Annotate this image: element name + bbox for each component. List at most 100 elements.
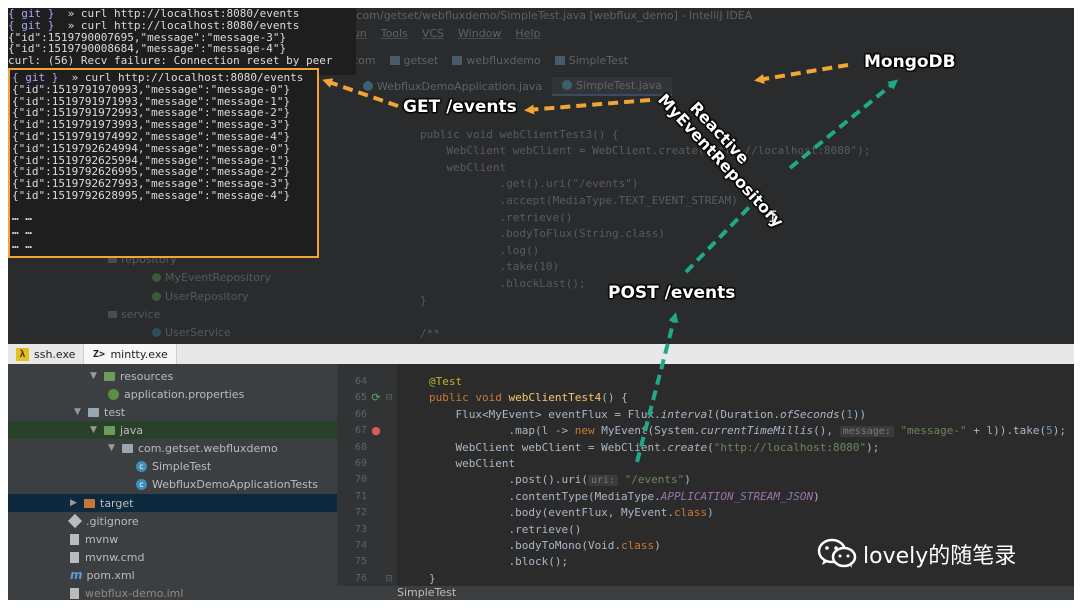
chevron-down-icon[interactable]: ▼ [108, 443, 118, 453]
fold-icon[interactable]: ⊟ [383, 573, 395, 585]
watermark-text: lovely的随笔录 [863, 544, 1017, 569]
ide-editor-tabs: WebfluxDemoApplication.java SimpleTest.ja… [353, 76, 672, 96]
background-code-line [420, 309, 870, 326]
code-line[interactable]: } [429, 571, 436, 586]
editor-gutter: 64 65 66 67 68 69 70 71 72 73 74 75 76 ⟳ ● ⊟ ⊟ [337, 364, 397, 586]
terminal-output-line: {"id":1519792624994,"message":"message-0… [12, 141, 291, 155]
tree-item[interactable]: .gitignore [8, 512, 337, 530]
code-line[interactable]: Flux<MyEvent> eventFlux = Flux.interval(… [429, 407, 866, 423]
chevron-down-icon[interactable]: ▼ [90, 371, 100, 381]
terminal-prompt-line: { git } » curl http://localhost:8080/eve… [8, 18, 300, 32]
terminal-output-line: {"id":1519791974992,"message":"message-4… [12, 129, 291, 143]
tree-item[interactable]: ▶ target [8, 494, 337, 512]
ellipsis-line: … … [12, 209, 32, 223]
java-class-icon: c [136, 460, 147, 472]
package-icon [122, 443, 133, 453]
nav-breadcrumb-item[interactable]: SimpleTest [554, 54, 628, 67]
background-tree-item: MyEventRepository [108, 269, 318, 287]
code-line[interactable]: .block(); [429, 554, 568, 570]
folder-icon [389, 56, 400, 65]
screenshot-frame: getset.com/getset/webfluxdemo/SimpleTest… [8, 8, 1074, 600]
taskbar-item-mintty[interactable]: Z> mintty.exe [83, 344, 177, 364]
code-line[interactable]: .post().uri(uri: "/events") [429, 472, 691, 488]
mongodb-label: MongoDB [864, 52, 956, 72]
line-number: 73 [354, 524, 367, 535]
line-number: 66 [354, 409, 367, 420]
menu-item[interactable]: Help [515, 27, 540, 43]
tree-item[interactable]: ▼ resources [8, 367, 337, 385]
tree-item-label: com.getset.webfluxdemo [138, 441, 278, 455]
source-folder-icon [104, 425, 115, 435]
tree-item-label: WebfluxDemoApplicationTests [152, 477, 318, 491]
background-code: public void webClientTest3() { WebClient… [420, 110, 870, 344]
background-code-line: .retrieve() [420, 210, 573, 224]
background-code-line: public void webClientTest3() { [420, 127, 619, 141]
tree-item-label: target [100, 496, 134, 510]
text-cursor-icon: I [768, 207, 778, 226]
tree-item[interactable]: webflux-demo.iml [8, 584, 337, 600]
menu-item[interactable]: Window [458, 27, 501, 43]
wechat-icon [817, 538, 857, 568]
java-class-icon [152, 291, 161, 301]
background-code-line: WebClient webClient = WebClient.create("… [420, 144, 871, 158]
code-line[interactable]: .contentType(MediaType.APPLICATION_STREA… [429, 489, 819, 505]
terminal-output-line: {"id":1519792628995,"message":"message-4… [12, 188, 291, 202]
tree-item[interactable]: mvnw [8, 530, 337, 548]
terminal-window[interactable]: { git } » curl http://localhost:8080/eve… [8, 8, 356, 75]
code-line[interactable]: .map(l -> new MyEvent(System.currentTime… [429, 423, 1066, 439]
tree-item[interactable]: m pom.xml [8, 566, 337, 584]
tree-item[interactable]: mvnw.cmd [8, 548, 337, 566]
code-line[interactable]: @Test [429, 374, 462, 390]
param-hint: message: [839, 426, 894, 437]
code-line[interactable]: webClient [429, 456, 515, 472]
chevron-down-icon[interactable]: ▼ [90, 425, 100, 435]
tree-item[interactable]: c WebfluxDemoApplicationTests [8, 475, 337, 493]
tree-item[interactable]: application.properties [8, 385, 337, 403]
background-code-line: .accept(MediaType.TEXT_EVENT_STREAM) [420, 193, 738, 207]
code-line[interactable]: WebClient webClient = WebClient.create("… [429, 440, 879, 456]
code-line[interactable]: public void webClientTest4() { [429, 390, 628, 406]
editor-breadcrumb: SimpleTest [337, 586, 1074, 600]
project-tree[interactable]: ▼ resources application.properties ▼ test ▼ ja… [8, 364, 337, 600]
code-line[interactable]: .bodyToMono(Void.class) [429, 538, 660, 554]
maven-icon: m [70, 568, 83, 582]
background-tree-item: UserService [108, 324, 318, 342]
tree-item[interactable]: ▼ com.getset.webfluxdemo [8, 439, 337, 457]
line-number: 65 [354, 392, 367, 403]
tree-item[interactable]: ▼ java [8, 421, 337, 439]
tree-item-label: application.properties [124, 387, 245, 401]
tree-item[interactable]: c SimpleTest [8, 457, 337, 475]
tree-item-label: test [104, 405, 126, 419]
run-test-icon[interactable]: ⟳ [370, 392, 382, 404]
background-code-line: .take(10) [420, 260, 560, 274]
code-line[interactable]: .body(eventFlux, MyEvent.class) [429, 505, 713, 521]
terminal-error-line: curl: (56) Recv failure: Connection rese… [8, 54, 333, 68]
tree-item[interactable]: ▼ test [8, 403, 337, 421]
background-code-line: webClient [420, 160, 507, 174]
breakpoint-icon[interactable]: ● [370, 425, 382, 437]
java-class-icon: c [136, 478, 147, 490]
taskbar-item-ssh[interactable]: λ ssh.exe [8, 344, 83, 364]
line-number: 67 [354, 425, 367, 436]
chevron-down-icon[interactable]: ▼ [74, 407, 84, 417]
line-number: 68 [354, 442, 367, 453]
editor-tab[interactable]: WebfluxDemoApplication.java [353, 78, 552, 95]
nav-breadcrumb-item[interactable]: webfluxdemo [452, 54, 541, 67]
java-class-icon [363, 81, 373, 91]
menu-item[interactable]: VCS [422, 27, 444, 43]
git-icon [67, 513, 83, 529]
menu-item[interactable]: Tools [381, 27, 408, 43]
tree-item-label: pom.xml [86, 568, 135, 582]
line-number: 64 [354, 376, 367, 387]
editor-tab[interactable]: SimpleTest.java [552, 76, 672, 96]
chevron-right-icon[interactable]: ▶ [70, 498, 80, 508]
post-events-label: POST /events [608, 283, 736, 303]
ide-nav-bar: com getset webfluxdemo SimpleTest [338, 52, 628, 68]
ellipsis-line: … … [12, 237, 32, 251]
code-line[interactable]: .retrieve() [429, 522, 581, 538]
nav-breadcrumb-item[interactable]: getset [389, 54, 438, 67]
java-class-icon [152, 273, 161, 283]
fold-icon[interactable]: ⊟ [383, 392, 395, 404]
line-number: 72 [354, 507, 367, 518]
taskbar-item-label: ssh.exe [34, 347, 76, 361]
